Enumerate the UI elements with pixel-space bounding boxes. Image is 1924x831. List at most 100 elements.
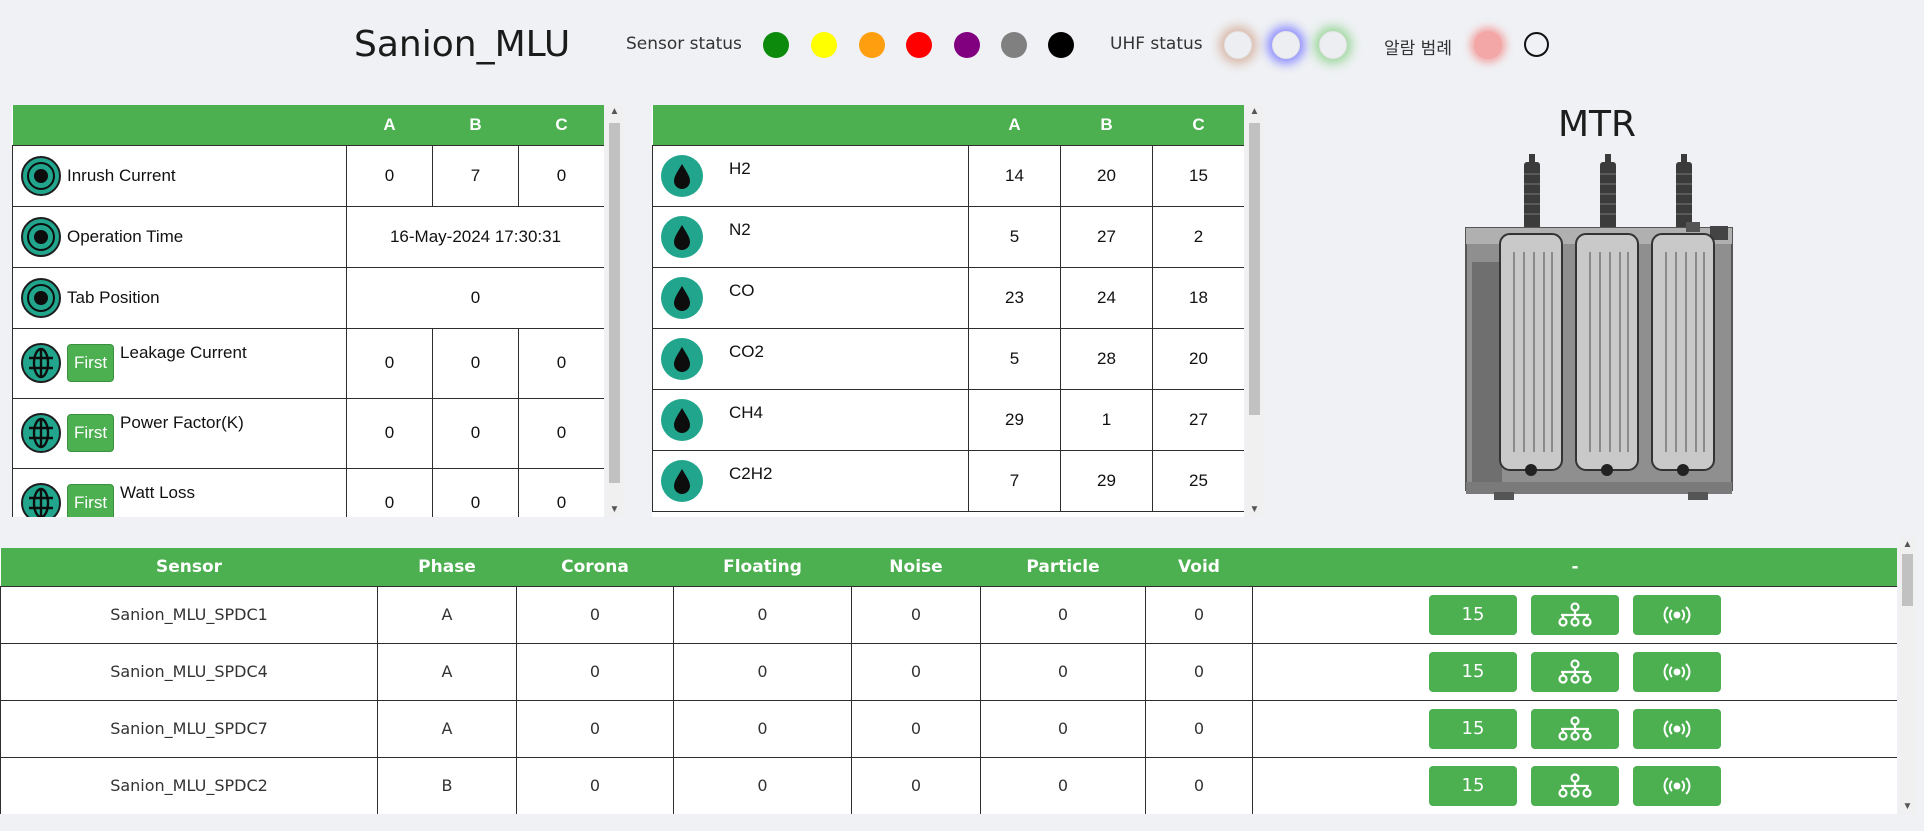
sensor-col-header: - bbox=[1252, 548, 1897, 586]
value-cell: 0 bbox=[346, 327, 433, 399]
grid-globe-icon[interactable] bbox=[21, 343, 61, 383]
scrollbar-thumb[interactable] bbox=[1902, 554, 1913, 606]
grid-globe-icon[interactable] bbox=[21, 483, 61, 517]
circle-target-icon[interactable] bbox=[21, 277, 61, 318]
value-cell: 1 bbox=[1060, 388, 1153, 451]
uhf-status-dot bbox=[1272, 31, 1300, 59]
table-row: CO 23 24 18 bbox=[652, 266, 1244, 329]
transformer-image bbox=[1465, 154, 1733, 500]
oil-drop-icon[interactable] bbox=[661, 154, 703, 197]
first-button[interactable]: First bbox=[67, 484, 115, 517]
circle-target-icon[interactable] bbox=[21, 155, 61, 196]
gas-col-header: C bbox=[1152, 105, 1244, 145]
value-cell: 29 bbox=[968, 388, 1061, 451]
first-button[interactable]: First bbox=[67, 414, 115, 452]
count-button[interactable]: 15 bbox=[1429, 708, 1517, 749]
value-cell: 27 bbox=[1060, 205, 1153, 268]
gas-label: C2H2 bbox=[729, 463, 773, 483]
alarm-legend-dot bbox=[1474, 31, 1502, 59]
count-button[interactable]: 15 bbox=[1429, 651, 1517, 692]
measurement-header-row: A B C bbox=[12, 105, 604, 145]
sensor-status-dot bbox=[1001, 32, 1027, 58]
scroll-down-arrow-icon[interactable]: ▼ bbox=[606, 503, 623, 517]
gas-col-header: B bbox=[1060, 105, 1153, 145]
grid-globe-icon[interactable] bbox=[21, 413, 61, 453]
sensor-col-header: Void bbox=[1145, 548, 1253, 586]
table-row: Sanion_MLU_SPDC4 A 0 0 0 0 0 15 bbox=[0, 642, 1897, 701]
sensor-floating-cell: 0 bbox=[673, 585, 852, 644]
sensor-sensor-cell: Sanion_MLU_SPDC2 bbox=[0, 756, 378, 814]
network-icon bbox=[1558, 772, 1592, 798]
sensor-col-header: Phase bbox=[377, 548, 517, 586]
value-cell: 27 bbox=[1152, 388, 1244, 451]
oil-drop-icon[interactable] bbox=[661, 337, 703, 380]
network-button[interactable] bbox=[1531, 765, 1619, 806]
circle-target-icon[interactable] bbox=[21, 216, 61, 257]
sensor-particle-cell: 0 bbox=[980, 642, 1146, 701]
gas-table-panel: A B C H2 14 20 15 N2 5 27 2 CO 23 24 18 CO2 5 28 20 CH4 2… bbox=[652, 105, 1244, 517]
value-cell: 2 bbox=[1152, 205, 1244, 268]
sensor-noise-cell: 0 bbox=[851, 756, 981, 814]
sensor-scrollbar[interactable]: ▲ ▼ bbox=[1899, 538, 1916, 814]
actions-cell: 15 bbox=[1252, 699, 1897, 758]
scrollbar-thumb[interactable] bbox=[1249, 123, 1260, 415]
table-row: Inrush Current 0 7 0 bbox=[12, 144, 604, 207]
count-button[interactable]: 15 bbox=[1429, 594, 1517, 635]
sensor-floating-cell: 0 bbox=[673, 642, 852, 701]
sensor-sensor-cell: Sanion_MLU_SPDC7 bbox=[0, 699, 378, 758]
row-label: Leakage Current bbox=[120, 343, 247, 362]
row-label-cell: First Watt Loss bbox=[12, 467, 347, 517]
sensor-void-cell: 0 bbox=[1145, 699, 1253, 758]
scroll-up-arrow-icon[interactable]: ▲ bbox=[606, 105, 623, 119]
broadcast-button[interactable] bbox=[1633, 765, 1721, 806]
table-row: First Watt Loss 0 0 0 bbox=[12, 467, 604, 517]
sensor-floating-cell: 0 bbox=[673, 756, 852, 814]
table-row: H2 14 20 15 bbox=[652, 144, 1244, 207]
count-button[interactable]: 15 bbox=[1429, 765, 1517, 806]
gas-label-cell: C2H2 bbox=[652, 449, 969, 512]
scroll-down-arrow-icon[interactable]: ▼ bbox=[1246, 503, 1263, 517]
actions-cell: 15 bbox=[1252, 585, 1897, 644]
scroll-up-arrow-icon[interactable]: ▲ bbox=[1899, 538, 1916, 552]
sensor-col-header: Corona bbox=[516, 548, 674, 586]
scroll-down-arrow-icon[interactable]: ▼ bbox=[1899, 800, 1916, 814]
broadcast-button[interactable] bbox=[1633, 594, 1721, 635]
sensor-noise-cell: 0 bbox=[851, 585, 981, 644]
sensor-col-header: Noise bbox=[851, 548, 981, 586]
network-button[interactable] bbox=[1531, 708, 1619, 749]
value-cell: 0 bbox=[346, 467, 433, 517]
row-label-cell: First Leakage Current bbox=[12, 327, 347, 399]
merged-value-cell: 16-May-2024 17:30:31 bbox=[346, 205, 604, 268]
sensor-void-cell: 0 bbox=[1145, 756, 1253, 814]
value-cell: 14 bbox=[968, 144, 1061, 207]
sensor-corona-cell: 0 bbox=[516, 585, 674, 644]
value-cell: 0 bbox=[518, 327, 604, 399]
oil-drop-icon[interactable] bbox=[661, 276, 703, 319]
measurement-col-header: B bbox=[432, 105, 519, 145]
gas-scrollbar[interactable]: ▲ ▼ bbox=[1246, 105, 1263, 517]
sensor-status-dot bbox=[763, 32, 789, 58]
oil-drop-icon[interactable] bbox=[661, 215, 703, 258]
oil-drop-icon[interactable] bbox=[661, 459, 703, 502]
gas-label: H2 bbox=[729, 158, 751, 178]
table-row: Operation Time 16-May-2024 17:30:31 bbox=[12, 205, 604, 268]
gas-label-cell: N2 bbox=[652, 205, 969, 268]
uhf-status-dot bbox=[1319, 31, 1347, 59]
sensor-table-panel: Sensor Phase Corona Floating Noise Parti… bbox=[0, 548, 1897, 814]
broadcast-button[interactable] bbox=[1633, 651, 1721, 692]
oil-drop-icon[interactable] bbox=[661, 398, 703, 441]
table-row: Tab Position 0 bbox=[12, 266, 604, 329]
measurement-col-header: C bbox=[518, 105, 604, 145]
broadcast-button[interactable] bbox=[1633, 708, 1721, 749]
network-button[interactable] bbox=[1531, 651, 1619, 692]
value-cell: 0 bbox=[518, 144, 604, 207]
broadcast-icon bbox=[1663, 776, 1691, 795]
sensor-particle-cell: 0 bbox=[980, 585, 1146, 644]
scroll-up-arrow-icon[interactable]: ▲ bbox=[1246, 105, 1263, 119]
measurement-scrollbar[interactable]: ▲ ▼ bbox=[606, 105, 623, 517]
sensor-col-header: Sensor bbox=[0, 548, 378, 586]
sensor-floating-cell: 0 bbox=[673, 699, 852, 758]
network-button[interactable] bbox=[1531, 594, 1619, 635]
scrollbar-thumb[interactable] bbox=[609, 123, 620, 483]
first-button[interactable]: First bbox=[67, 344, 115, 382]
